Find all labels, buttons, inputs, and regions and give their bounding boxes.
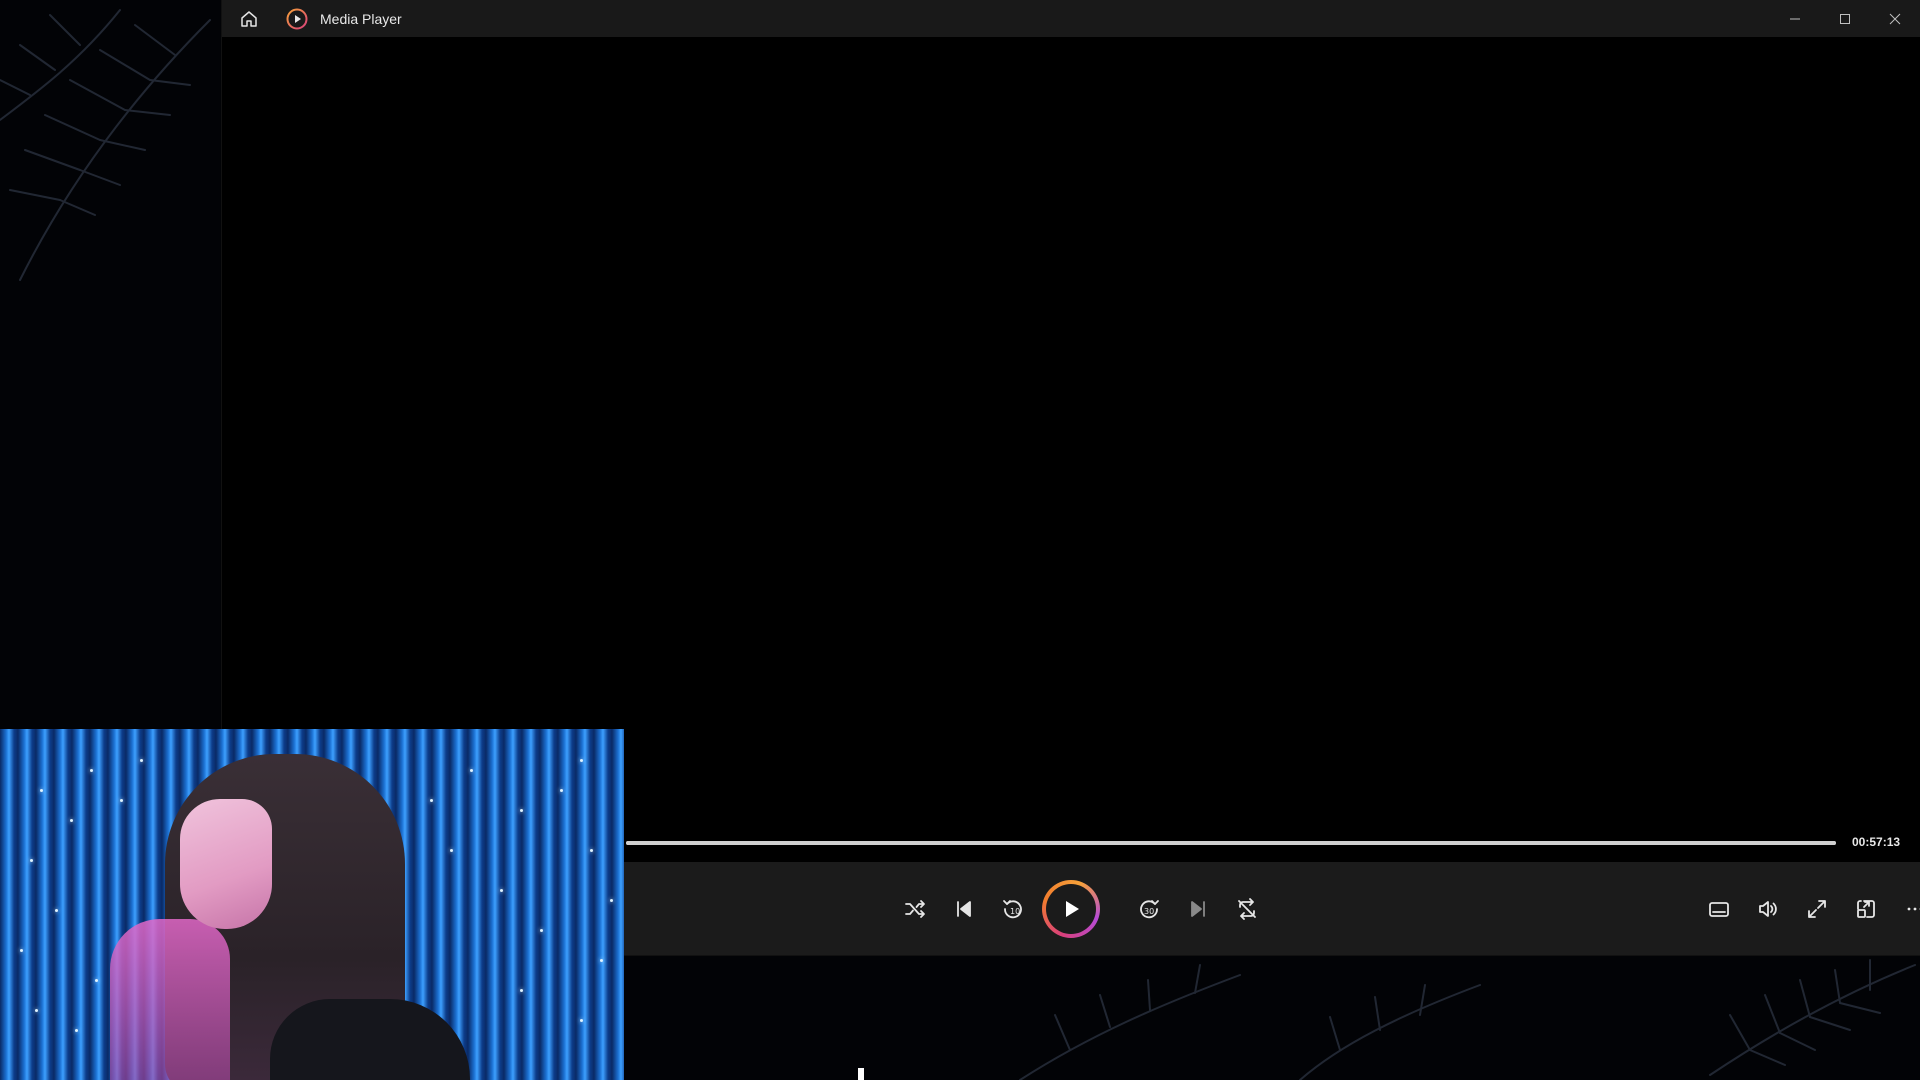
webcam-person-face [180,799,272,929]
more-icon [1907,907,1920,911]
title-bar: Media Player [222,0,1920,37]
seek-bar-progress [626,841,1836,845]
fullscreen-button[interactable] [1794,886,1840,932]
sparkle-light [120,799,123,802]
media-player-app-icon [286,8,308,29]
sparkle-light [75,1029,78,1032]
volume-button[interactable] [1745,886,1791,932]
sparkle-light [560,789,563,792]
sparkle-light [590,849,593,852]
previous-icon [957,901,971,917]
sparkle-light [90,769,93,772]
skip-forward-30-button[interactable]: 30 [1126,886,1172,932]
sparkle-light [35,1009,38,1012]
sparkle-light [580,1019,583,1022]
sparkle-light [500,889,503,892]
captions-button[interactable] [1696,886,1742,932]
sparkle-light [70,819,73,822]
play-button[interactable] [1042,880,1100,938]
sparkle-light [520,809,523,812]
skip-forward-30-icon: 30 [1140,900,1159,919]
maximize-button[interactable] [1820,0,1870,37]
more-options-button[interactable] [1892,886,1920,932]
sparkle-light [470,769,473,772]
fern-decoration-top-left [0,9,211,281]
svg-text:30: 30 [1144,907,1154,916]
webcam-light-reflection [110,919,230,1080]
video-display-area[interactable] [222,37,1920,827]
repeat-off-icon [1238,898,1256,920]
sparkle-light [30,859,33,862]
sparkle-light [600,959,603,962]
fullscreen-icon [1808,900,1826,918]
home-button[interactable] [238,8,260,30]
previous-button[interactable] [941,886,987,932]
play-icon [1066,901,1079,917]
captions-icon [1709,902,1729,917]
bottom-edge-mark [858,1068,864,1080]
mini-player-button[interactable] [1843,886,1889,932]
next-icon [1191,901,1205,917]
sparkle-light [430,799,433,802]
repeat-button[interactable] [1224,886,1270,932]
sparkle-light [610,899,613,902]
fern-decoration-bottom-middle [1019,964,1481,1080]
desktop-background: Media Player 00:57:13 10 30 [0,0,1920,1080]
webcam-person-body [270,999,470,1080]
skip-back-10-icon: 10 [1003,900,1022,919]
next-button[interactable] [1175,886,1221,932]
play-button-inner [1046,884,1096,934]
sparkle-light [520,989,523,992]
sparkle-light [95,979,98,982]
sparkle-light [450,849,453,852]
svg-text:10: 10 [1010,907,1020,916]
close-icon [1889,13,1901,24]
maximize-icon [1840,13,1850,24]
home-icon [241,10,257,27]
shuffle-button[interactable] [892,886,938,932]
window-title: Media Player [320,10,402,27]
shuffle-icon [905,900,925,918]
fern-decoration-bottom-right [1709,959,1916,1076]
close-button[interactable] [1870,0,1920,37]
sparkle-light [540,929,543,932]
minimize-icon [1790,18,1800,19]
webcam-overlay [0,729,624,1080]
sparkle-light [40,789,43,792]
mini-player-icon [1857,900,1875,918]
volume-icon [1759,901,1777,917]
minimize-button[interactable] [1770,0,1820,37]
sparkle-light [140,759,143,762]
sparkle-light [580,759,583,762]
sparkle-light [20,949,23,952]
seek-bar[interactable] [626,841,1836,845]
skip-back-10-button[interactable]: 10 [990,886,1036,932]
sparkle-light [55,909,58,912]
elapsed-time: 00:57:13 [1852,835,1901,849]
